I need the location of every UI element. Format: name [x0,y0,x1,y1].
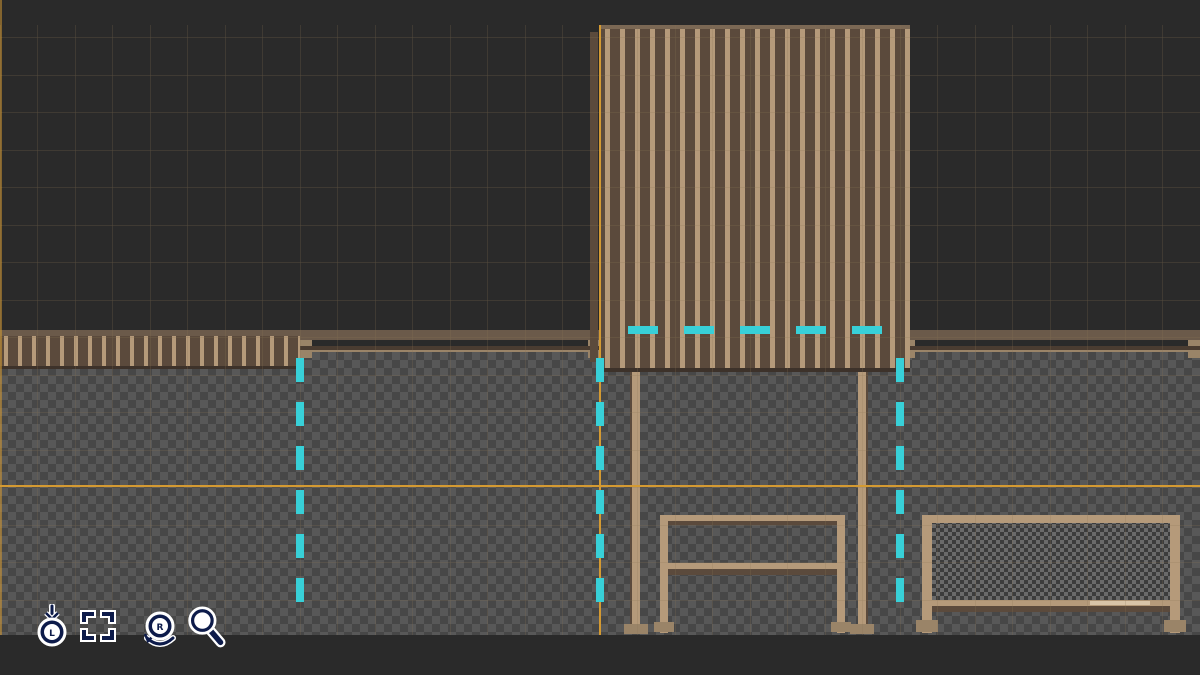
fullscreen-brackets-icon [80,610,116,642]
pin-down-icon: L [37,604,67,647]
pin-down-letter: L [49,629,55,639]
hud-controls: L R [32,600,226,652]
rotate-stick-icon: R [143,611,176,647]
level-editor-canvas[interactable] [0,0,1200,675]
rotate-view-button[interactable]: R [140,604,180,648]
rotate-view-letter: R [157,623,164,633]
fit-view-button[interactable] [78,604,118,648]
zoom-button[interactable] [186,604,226,648]
pin-down-button[interactable]: L [32,604,72,648]
magnifier-icon [188,606,226,648]
